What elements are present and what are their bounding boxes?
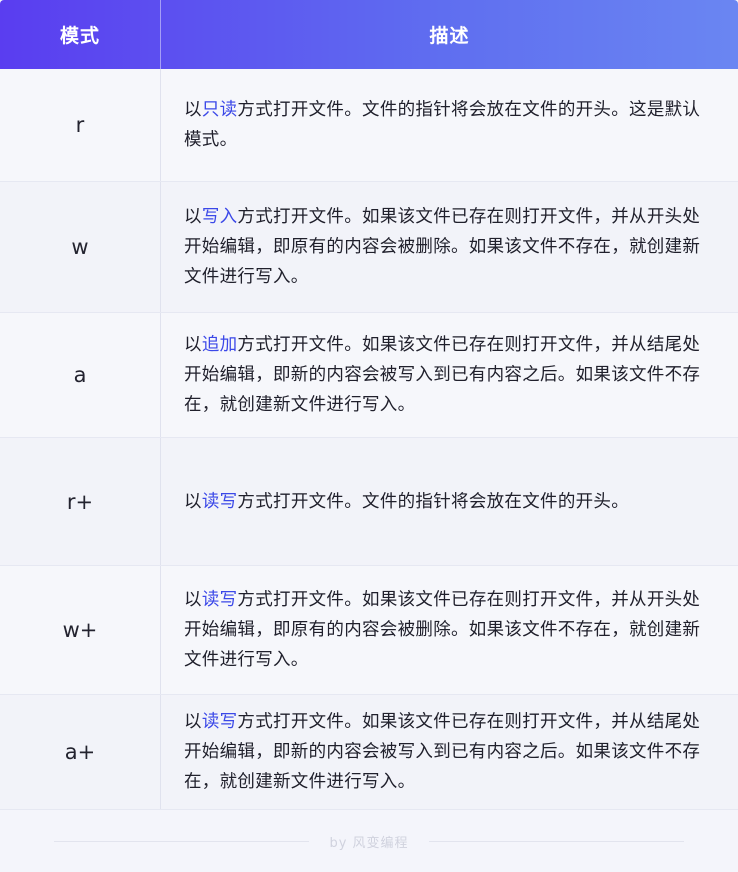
- desc-text: 方式打开文件。如果该文件已存在则打开文件，并从结尾处开始编辑，即新的内容会被写入…: [184, 712, 701, 792]
- mode-cell: w: [0, 182, 161, 312]
- desc-text: 方式打开文件。如果该文件已存在则打开文件，并从开头处开始编辑，即原有的内容会被删…: [184, 207, 701, 287]
- desc-keyword: 读写: [201, 590, 238, 610]
- desc-prefix: 以: [184, 100, 202, 120]
- description-cell: 以读写方式打开文件。如果该文件已存在则打开文件，并从结尾处开始编辑，即新的内容会…: [161, 695, 738, 809]
- header-description: 描述: [429, 25, 470, 47]
- desc-keyword: 读写: [201, 712, 238, 732]
- file-mode-table: 模式 描述 r 以只读方式打开文件。文件的指针将会放在文件的开头。这是默认模式。…: [0, 0, 738, 810]
- mode-cell: w+: [0, 566, 161, 694]
- table-row: r+ 以读写方式打开文件。文件的指针将会放在文件的开头。: [0, 438, 738, 566]
- desc-text: 方式打开文件。如果该文件已存在则打开文件，并从结尾处开始编辑，即新的内容会被写入…: [184, 335, 701, 415]
- description-cell: 以只读方式打开文件。文件的指针将会放在文件的开头。这是默认模式。: [161, 69, 738, 181]
- description-cell: 以读写方式打开文件。如果该文件已存在则打开文件，并从开头处开始编辑，即原有的内容…: [161, 566, 738, 694]
- desc-text: 方式打开文件。如果该文件已存在则打开文件，并从开头处开始编辑，即原有的内容会被删…: [184, 590, 701, 670]
- desc-keyword: 只读: [201, 100, 238, 120]
- desc-text: 方式打开文件。文件的指针将会放在文件的开头。: [237, 491, 630, 512]
- description-cell: 以读写方式打开文件。文件的指针将会放在文件的开头。: [161, 438, 738, 565]
- desc-keyword: 读写: [201, 491, 238, 512]
- header-mode: 模式: [0, 0, 161, 69]
- desc-text: 方式打开文件。文件的指针将会放在文件的开头。这是默认模式。: [184, 100, 701, 150]
- footer-divider-right: [428, 840, 684, 842]
- table-row: a+ 以读写方式打开文件。如果该文件已存在则打开文件，并从结尾处开始编辑，即新的…: [0, 695, 738, 810]
- mode-cell: r+: [0, 438, 161, 565]
- description-cell: 以追加方式打开文件。如果该文件已存在则打开文件，并从结尾处开始编辑，即新的内容会…: [161, 313, 738, 437]
- table-row: w+ 以读写方式打开文件。如果该文件已存在则打开文件，并从开头处开始编辑，即原有…: [0, 566, 738, 695]
- desc-prefix: 以: [184, 335, 202, 355]
- table-row: w 以写入方式打开文件。如果该文件已存在则打开文件，并从开头处开始编辑，即原有的…: [0, 182, 738, 313]
- desc-prefix: 以: [184, 491, 202, 512]
- footer-divider-left: [54, 840, 310, 842]
- table-row: a 以追加方式打开文件。如果该文件已存在则打开文件，并从结尾处开始编辑，即新的内…: [0, 313, 738, 438]
- desc-prefix: 以: [184, 712, 202, 732]
- description-cell: 以写入方式打开文件。如果该文件已存在则打开文件，并从开头处开始编辑，即原有的内容…: [161, 182, 738, 312]
- table-body: r 以只读方式打开文件。文件的指针将会放在文件的开头。这是默认模式。 w 以写入…: [0, 69, 738, 810]
- mode-cell: r: [0, 69, 161, 181]
- mode-cell: a: [0, 313, 161, 437]
- desc-prefix: 以: [184, 590, 202, 610]
- mode-cell: a+: [0, 695, 161, 809]
- brand-watermark: by 风变编程: [329, 835, 409, 851]
- footer-watermark: by 风变编程: [0, 810, 738, 872]
- desc-keyword: 写入: [201, 207, 238, 227]
- table-header: 模式 描述: [0, 0, 738, 69]
- table-row: r 以只读方式打开文件。文件的指针将会放在文件的开头。这是默认模式。: [0, 69, 738, 182]
- desc-keyword: 追加: [201, 335, 238, 355]
- desc-prefix: 以: [184, 207, 202, 227]
